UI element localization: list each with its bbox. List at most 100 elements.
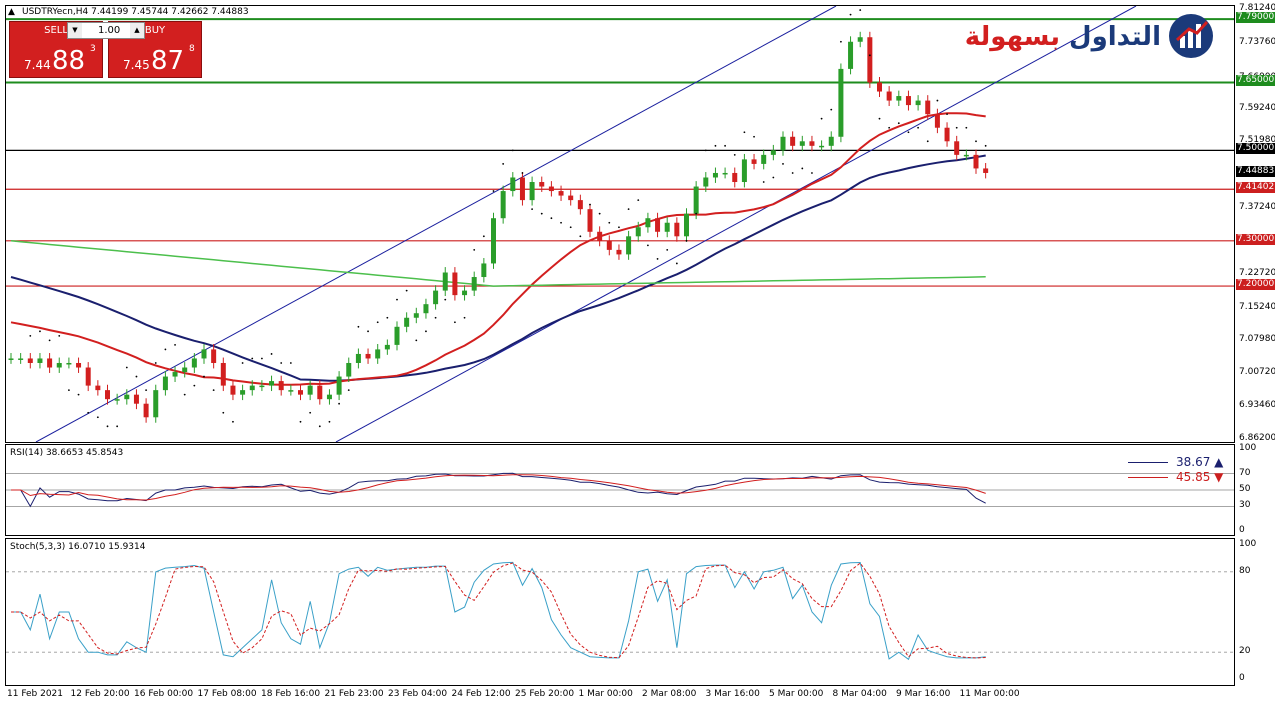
candle-body [809,141,815,146]
sar-dot [675,262,678,265]
sar-dot [39,330,41,333]
sar-dot [482,235,485,238]
candle-body [944,127,950,142]
sar-dot [270,353,273,355]
candle-body [626,236,632,255]
candle-body [703,177,709,187]
price-axis-label: 7.73760 [1239,36,1275,47]
sar-dot [917,126,919,129]
stoch-axis-label: 100 [1239,539,1257,549]
sar-dot [733,153,736,156]
candle-body [365,353,371,359]
sar-dot [174,343,176,346]
sar-dot [656,258,659,260]
sar-dot [463,316,466,319]
sar-dot [685,239,688,242]
sar-dot [955,126,958,129]
sar-dot [868,54,871,57]
candle-body [732,172,738,183]
candle-body [655,218,661,232]
candle-body [896,96,902,101]
candle-body [18,358,24,360]
sar-dot [29,334,32,337]
date-axis-label: 23 Feb 04:00 [388,689,448,699]
candle-body [182,367,188,373]
sar-dot [946,113,948,116]
sar-dot [125,366,128,369]
date-axis-label: 5 Mar 00:00 [769,689,824,699]
sar-dot [627,208,630,211]
sar-dot [791,172,794,174]
candle-body [153,390,159,418]
candle-body [905,96,911,106]
sar-dot [203,375,205,378]
candle-body [577,200,583,210]
rsi-legend-line-2 [1128,477,1168,478]
price-level-tag: 7.20000 [1236,279,1275,291]
date-axis-label: 8 Mar 04:00 [832,689,887,699]
sar-dot [193,384,196,387]
stoch-title: Stoch(5,3,3) 16.0710 15.9314 [10,542,146,552]
sar-dot [811,172,813,174]
sar-dot [502,163,505,165]
candle-body [529,182,535,201]
date-axis-label: 24 Feb 12:00 [451,689,511,699]
price-level-tag: 7.65000 [1236,75,1275,87]
sar-dot [135,375,138,378]
candle-body [548,186,554,192]
candle-body [278,381,284,391]
lot-decrease-icon[interactable]: ▼ [68,23,82,38]
rsi-pane[interactable] [5,444,1235,536]
sar-dot [232,420,234,423]
broker-logo: التداول بسهولة [965,12,1213,64]
candle-body [143,403,149,418]
lot-size-input[interactable]: ▼ 1.00 ▲ [67,22,145,39]
bar-chart-logo-icon [1169,14,1213,58]
stoch-d-line [11,562,986,659]
sar-dot [145,389,148,392]
lot-increase-icon[interactable]: ▲ [130,23,144,38]
sar-dot [579,235,582,238]
candle-body [799,141,805,146]
candle-body [211,349,217,363]
sar-dot [454,321,456,324]
candle-body [336,376,342,395]
sar-dot [801,167,804,170]
candle-body [76,362,82,368]
candle-body [597,231,603,241]
price-level-tag: 7.44883 [1236,166,1275,178]
sar-dot [241,362,244,364]
candle-body [201,349,207,359]
candle-body [471,277,477,291]
candle-body [8,358,14,360]
candle-body [37,358,43,363]
candle-body [606,240,612,250]
sar-dot [280,362,283,364]
candle-body [481,263,487,278]
sar-dot [589,203,591,206]
date-axis-label: 9 Mar 16:00 [896,689,951,699]
channel-lower [335,6,1137,442]
candle-body [963,154,969,157]
sar-dot [183,393,186,396]
candle-body [491,218,496,264]
candle-body [635,227,641,237]
sell-price-big: 88 [52,46,86,76]
price-level-tag: 7.30000 [1236,233,1275,245]
date-axis-label: 17 Feb 08:00 [197,689,257,699]
candle-body [124,394,130,400]
rsi-title: RSI(14) 38.6653 45.8543 [10,448,124,458]
sar-dot [608,221,611,224]
stoch-k-line [11,561,986,661]
sar-dot [704,149,707,152]
date-axis-label: 1 Mar 00:00 [578,689,633,699]
sar-dot [338,402,340,405]
stoch-pane[interactable] [5,538,1235,686]
one-click-trading-panel: SELL 7.44 88 3 BUY 7.45 87 8 ▼ 1.00 ▲ [9,21,203,78]
sar-dot [222,411,225,414]
sar-dot [598,212,601,215]
sar-dot [540,212,543,215]
candle-body [645,218,651,228]
candle-body [191,358,197,368]
candle-body [693,186,699,214]
